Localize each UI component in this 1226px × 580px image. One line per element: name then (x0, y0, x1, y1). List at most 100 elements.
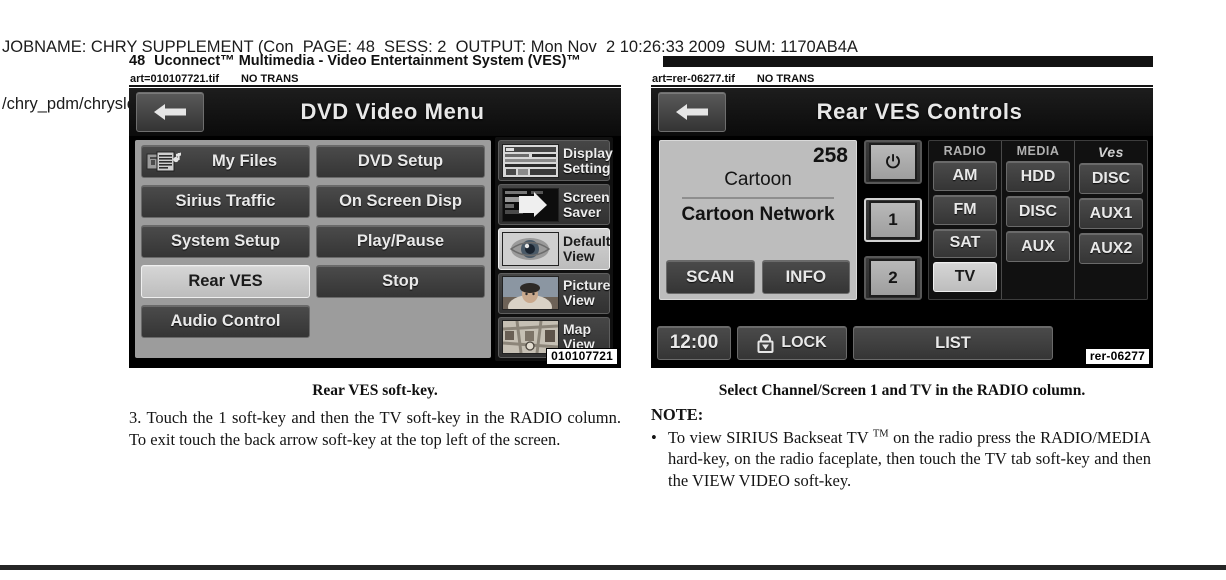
scan-button-label: SCAN (686, 267, 735, 286)
art-tag-right: art=rer-06277.tif NO TRANS (652, 73, 814, 85)
channel-info-panel: 258 Cartoon Cartoon Network SCAN INFO (659, 140, 857, 300)
screen-saver-thumb-icon (502, 187, 559, 222)
art-id-right: rer-06277 (1084, 348, 1150, 365)
rear-ves-titlebar: Rear VES Controls (651, 88, 1153, 136)
caption-right: Select Channel/Screen 1 and TV in the RA… (718, 382, 1086, 399)
body-column-right: NOTE: • To view SIRIUS Backseat TV TM on… (651, 404, 1151, 491)
source-button-ves-disc[interactable]: DISC (1079, 163, 1143, 194)
source-column-ves: Ves DISC AUX1 AUX2 (1075, 141, 1147, 299)
back-arrow-icon (676, 104, 708, 120)
dvd-menu-softkey-panel: My Files Sirius Traffic System Setup Rea… (135, 140, 491, 358)
source-header-ves: Ves (1098, 144, 1124, 160)
info-button[interactable]: INFO (761, 260, 850, 294)
dvd-menu-right-column: DVD Setup On Screen Disp Play/Pause Stop (316, 145, 485, 353)
power-icon (886, 154, 900, 169)
softkey-rear-ves-label: Rear VES (188, 272, 263, 290)
rear-ves-title: Rear VES Controls (816, 99, 1023, 124)
screen-2-button[interactable]: 2 (864, 256, 922, 300)
clock-button[interactable]: 12:00 (657, 326, 731, 360)
source-button-fm[interactable]: FM (933, 194, 997, 225)
caption-left: Rear VES soft-key. (312, 382, 438, 399)
screen-2-label: 2 (869, 259, 917, 297)
softkey-on-screen-disp[interactable]: On Screen Disp (316, 185, 485, 218)
source-button-tv[interactable]: TV (933, 262, 997, 292)
figure-dvd-video-menu: DVD Video Menu My Files Sirius Traffic S… (129, 88, 621, 368)
softkey-dvd-setup[interactable]: DVD Setup (316, 145, 485, 178)
softkey-stop[interactable]: Stop (316, 265, 485, 298)
source-button-am[interactable]: AM (933, 161, 997, 191)
view-display-setting-label: Display Setting (563, 144, 613, 176)
art-rule-left (129, 85, 621, 87)
page-number: 48 (129, 53, 146, 69)
view-default-view[interactable]: Default View (498, 228, 611, 270)
source-button-sat[interactable]: SAT (933, 228, 997, 259)
softkey-sirius-traffic[interactable]: Sirius Traffic (141, 185, 310, 218)
art-tag-left: art=010107721.tif NO TRANS (130, 73, 298, 85)
back-arrow-button-left[interactable] (136, 92, 204, 132)
lock-button[interactable]: LOCK (737, 326, 847, 360)
softkey-system-setup[interactable]: System Setup (141, 225, 310, 258)
channel-info-buttons: SCAN INFO (666, 260, 850, 294)
screen-1-label: 1 (869, 201, 917, 239)
trademark-mark: TM (872, 428, 889, 439)
source-header-radio: RADIO (943, 144, 987, 158)
view-default-view-label: Default View (563, 233, 611, 264)
info-button-label: INFO (785, 267, 827, 286)
running-head: 48 Uconnect™ Multimedia - Video Entertain… (129, 53, 1153, 69)
softkey-my-files-label: My Files (211, 152, 278, 170)
softkey-on-screen-disp-label: On Screen Disp (339, 192, 462, 210)
view-screen-saver[interactable]: Screen Saver (498, 184, 610, 226)
source-button-am-label: AM (952, 166, 978, 184)
source-header-media: MEDIA (1016, 144, 1060, 158)
dvd-menu-left-column: My Files Sirius Traffic System Setup Rea… (141, 145, 310, 353)
display-setting-thumb-icon (502, 143, 559, 178)
art-rule-right (651, 85, 1153, 87)
source-button-aux2[interactable]: AUX2 (1079, 233, 1143, 264)
source-button-hdd[interactable]: HDD (1006, 161, 1070, 192)
source-button-media-disc[interactable]: DISC (1006, 196, 1070, 227)
source-column-media: MEDIA HDD DISC AUX (1002, 141, 1075, 299)
back-arrow-button-right[interactable] (658, 92, 726, 132)
source-button-aux-label: AUX (1021, 237, 1055, 255)
dvd-menu-titlebar: DVD Video Menu (129, 88, 621, 136)
art-id-left: 010107721 (546, 348, 618, 365)
source-button-tv-label: TV (954, 268, 976, 286)
bullet-dot-icon: • (651, 427, 657, 447)
view-display-setting[interactable]: Display Setting (498, 140, 613, 182)
clock-label: 12:00 (669, 332, 719, 353)
art-tag-left-file: art=010107721.tif (130, 73, 219, 85)
source-button-ves-disc-label: DISC (1091, 169, 1131, 187)
channel-number: 258 (812, 144, 848, 167)
softkey-dvd-setup-label: DVD Setup (357, 152, 444, 170)
softkey-stop-label: Stop (382, 272, 419, 290)
source-button-fm-label: FM (953, 200, 977, 218)
source-grid: RADIO AM FM SAT TV MEDIA HDD DISC AUX Ve… (928, 140, 1148, 300)
softkey-my-files[interactable]: My Files (141, 145, 310, 178)
dvd-menu-view-column: Display Setting Screen Saver Default Vie… (495, 137, 613, 361)
screen-1-button[interactable]: 1 (864, 198, 922, 242)
note-bullet-part1: To view SIRIUS Backseat TV (668, 427, 873, 447)
softkey-audio-control[interactable]: Audio Control (141, 305, 310, 338)
view-picture-view-label: Picture View (563, 277, 611, 309)
power-button[interactable] (864, 140, 922, 184)
softkey-play-pause[interactable]: Play/Pause (316, 225, 485, 258)
channel-name: Cartoon (724, 169, 792, 190)
art-tag-right-trans: NO TRANS (756, 73, 815, 85)
lock-button-label: LOCK (781, 334, 827, 351)
scan-button[interactable]: SCAN (666, 260, 755, 294)
softkey-system-setup-label: System Setup (170, 232, 281, 250)
source-button-aux[interactable]: AUX (1006, 231, 1070, 262)
source-button-hdd-label: HDD (1020, 167, 1056, 185)
view-picture-view[interactable]: Picture View (498, 272, 611, 314)
lock-icon (757, 333, 774, 353)
note-heading: NOTE: (651, 405, 704, 424)
source-button-sat-label: SAT (949, 234, 981, 252)
source-button-aux1[interactable]: AUX1 (1079, 198, 1143, 229)
list-button[interactable]: LIST (853, 326, 1053, 360)
power-button-inner (869, 143, 917, 181)
softkey-rear-ves[interactable]: Rear VES (141, 265, 310, 298)
rear-ves-bottom-bar: 12:00 LOCK LIST (657, 326, 1147, 360)
source-button-aux1-label: AUX1 (1089, 204, 1133, 222)
softkey-audio-control-label: Audio Control (170, 312, 281, 330)
view-screen-saver-label: Screen Saver (563, 188, 610, 220)
